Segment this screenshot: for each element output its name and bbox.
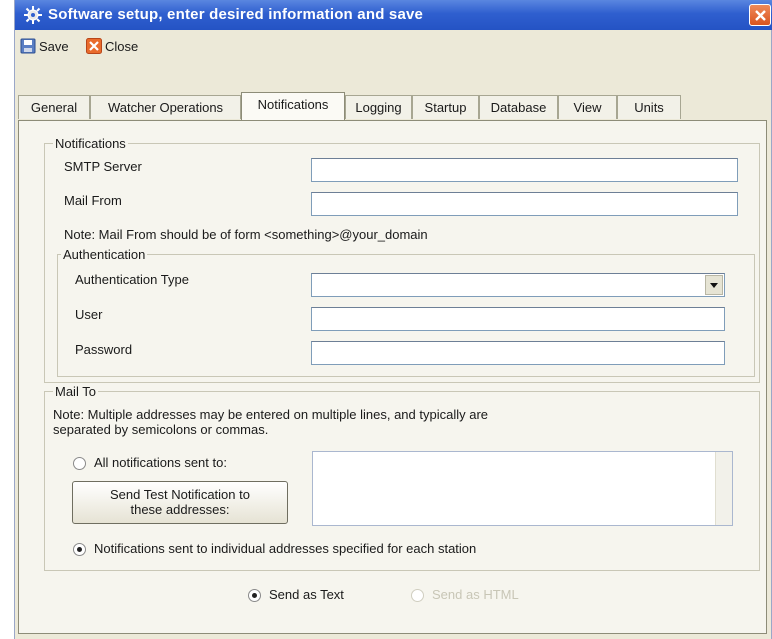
tab-logging[interactable]: Logging: [345, 95, 412, 119]
tab-label: Notifications: [257, 97, 329, 112]
tab-watcher-operations[interactable]: Watcher Operations: [90, 95, 241, 119]
all-notifications-radio[interactable]: [73, 457, 86, 470]
addresses-scrollbar[interactable]: [715, 452, 732, 525]
auth-type-label: Authentication Type: [75, 272, 189, 287]
auth-type-select[interactable]: [311, 273, 725, 297]
send-as-text-radio[interactable]: [248, 589, 261, 602]
tab-view[interactable]: View: [558, 95, 617, 119]
send-test-notification-button[interactable]: Send Test Notification to these addresse…: [72, 481, 288, 524]
all-notifications-label[interactable]: All notifications sent to:: [94, 455, 227, 470]
close-icon: [755, 10, 766, 21]
tab-label: Logging: [355, 100, 402, 115]
send-as-html-label: Send as HTML: [432, 587, 519, 602]
window-title: Software setup, enter desired informatio…: [48, 6, 424, 23]
notifications-group-label: Notifications: [53, 136, 128, 151]
save-button[interactable]: Save: [20, 37, 69, 55]
notifications-panel: Notifications SMTP Server Mail From Note…: [18, 120, 767, 634]
send-test-line2: these addresses:: [130, 502, 230, 517]
tab-startup[interactable]: Startup: [412, 95, 479, 119]
tab-database[interactable]: Database: [479, 95, 558, 119]
tab-label: Units: [634, 100, 664, 115]
gear-icon: [24, 6, 42, 24]
tab-general[interactable]: General: [18, 95, 90, 119]
mail-to-note-line2: separated by semicolons or commas.: [53, 422, 269, 437]
mail-from-input[interactable]: [311, 192, 738, 216]
tab-label: Watcher Operations: [107, 100, 224, 115]
toolbar: Save Close: [15, 30, 772, 60]
send-as-text-label[interactable]: Send as Text: [269, 587, 344, 602]
setup-window: Software setup, enter desired informatio…: [14, 0, 772, 639]
send-test-line1: Send Test Notification to: [110, 487, 250, 502]
user-input[interactable]: [311, 307, 725, 331]
title-bar[interactable]: Software setup, enter desired informatio…: [15, 0, 772, 30]
send-as-html-radio: [411, 589, 424, 602]
addresses-textarea[interactable]: [312, 451, 733, 526]
tab-label: Database: [490, 100, 547, 115]
tab-label: General: [30, 100, 78, 115]
close-icon: [86, 38, 102, 54]
tab-label: Startup: [424, 100, 467, 115]
authentication-group-label: Authentication: [61, 247, 148, 262]
individual-addresses-radio[interactable]: [73, 543, 86, 556]
close-button[interactable]: Close: [86, 37, 138, 55]
user-label: User: [75, 307, 103, 322]
smtp-server-input[interactable]: [311, 158, 738, 182]
save-label: Save: [39, 38, 69, 54]
mail-from-label: Mail From: [64, 193, 122, 208]
tab-label: View: [573, 100, 602, 115]
smtp-server-label: SMTP Server: [64, 159, 142, 174]
password-label: Password: [75, 342, 133, 357]
close-label: Close: [105, 38, 139, 54]
mail-from-note: Note: Mail From should be of form <somet…: [64, 227, 428, 242]
window-close-button[interactable]: [749, 4, 771, 26]
mail-to-note-line1: Note: Multiple addresses may be entered …: [53, 407, 489, 422]
chevron-down-icon[interactable]: [705, 275, 723, 295]
tab-notifications[interactable]: Notifications: [241, 92, 345, 120]
password-input[interactable]: [311, 341, 725, 365]
tab-units[interactable]: Units: [617, 95, 681, 119]
floppy-disk-icon: [20, 38, 36, 54]
mail-to-group-label: Mail To: [53, 384, 98, 399]
individual-addresses-label[interactable]: Notifications sent to individual address…: [94, 541, 476, 556]
